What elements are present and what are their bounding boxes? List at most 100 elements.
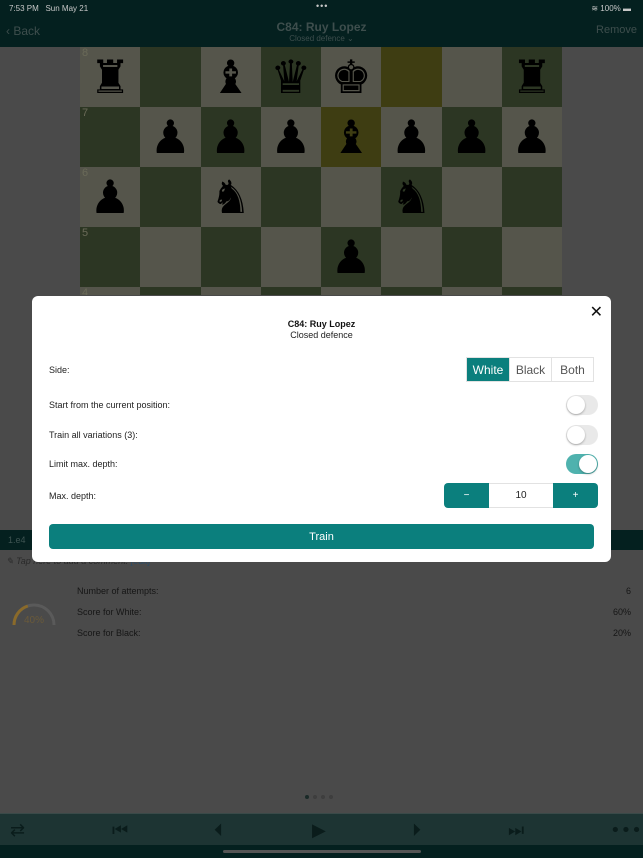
chess-piece[interactable]: ♜ [511, 54, 552, 100]
limit-depth-label: Limit max. depth: [49, 459, 118, 469]
square-f8[interactable] [381, 47, 442, 107]
train-all-toggle[interactable] [566, 425, 598, 445]
chess-piece[interactable]: ♟ [391, 114, 432, 160]
score-gauge: 40% [12, 603, 56, 626]
chess-piece[interactable]: ♛ [270, 54, 311, 100]
max-depth-stepper[interactable]: − 10 + [444, 483, 598, 508]
square-a4[interactable]: 4♟ [80, 287, 141, 295]
home-indicator [0, 845, 643, 858]
square-e6[interactable] [321, 167, 382, 227]
last-move-icon[interactable]: ⏭ [508, 820, 524, 841]
chess-piece[interactable]: ♟ [90, 174, 131, 220]
play-icon[interactable]: ▶ [312, 820, 326, 841]
max-depth-label: Max. depth: [49, 491, 97, 501]
square-d8[interactable]: ♛ [260, 47, 321, 107]
square-b5[interactable] [140, 227, 201, 287]
rank-label: 8 [82, 47, 89, 59]
square-a5[interactable]: 5 [80, 227, 141, 287]
chess-piece[interactable]: ♜ [90, 54, 131, 100]
chess-piece[interactable]: ♞ [210, 174, 251, 220]
side-both[interactable]: Both [551, 358, 593, 381]
side-white[interactable]: White [467, 358, 509, 381]
square-f4[interactable] [381, 287, 442, 295]
multitask-dots[interactable]: ••• [316, 1, 328, 11]
square-c7[interactable]: ♟ [200, 107, 261, 167]
status-time: 7:53 PM Sun May 21 [9, 4, 89, 13]
stat-row: Number of attempts: 6 [77, 586, 631, 596]
square-a7[interactable]: 7 [80, 107, 141, 167]
first-move-icon[interactable]: ⏮ [112, 820, 128, 841]
square-g7[interactable]: ♟ [441, 107, 502, 167]
max-depth-value[interactable]: 10 [489, 483, 553, 508]
chess-board[interactable]: 8♜♝♛♚♜7♟♟♟♝♟♟♟6♟♞♞5♟4♟♟ [80, 47, 562, 295]
page-title[interactable]: C84: Ruy Lopez [0, 20, 643, 34]
square-e5[interactable]: ♟ [321, 227, 382, 287]
square-h8[interactable]: ♜ [501, 47, 562, 107]
increment-button[interactable]: + [553, 483, 598, 508]
square-g6[interactable] [441, 167, 502, 227]
more-icon[interactable]: ••• [610, 820, 642, 841]
chess-piece[interactable]: ♚ [331, 54, 372, 100]
square-g5[interactable] [441, 227, 502, 287]
start-current-toggle[interactable] [566, 395, 598, 415]
stat-row: Score for White: 60% [77, 607, 631, 617]
chess-piece[interactable]: ♟ [150, 114, 191, 160]
square-f6[interactable]: ♞ [381, 167, 442, 227]
square-f5[interactable] [381, 227, 442, 287]
square-f7[interactable]: ♟ [381, 107, 442, 167]
next-move-icon[interactable]: ⏵ [412, 820, 421, 841]
square-d7[interactable]: ♟ [260, 107, 321, 167]
square-c5[interactable] [200, 227, 261, 287]
square-e7[interactable]: ♝ [321, 107, 382, 167]
rank-label: 7 [82, 107, 89, 119]
square-h7[interactable]: ♟ [501, 107, 562, 167]
square-c4[interactable] [200, 287, 261, 295]
side-black[interactable]: Black [509, 358, 551, 381]
chess-piece[interactable]: ♟ [210, 114, 251, 160]
chess-piece[interactable]: ♟ [451, 114, 492, 160]
side-segmented-control[interactable]: White Black Both [466, 357, 594, 382]
square-e4[interactable]: ♟ [321, 287, 382, 295]
decrement-button[interactable]: − [444, 483, 489, 508]
square-d6[interactable] [260, 167, 321, 227]
edit-icon: ✎ [6, 556, 14, 566]
square-c6[interactable]: ♞ [200, 167, 261, 227]
chess-piece[interactable]: ♟ [331, 294, 372, 295]
square-d4[interactable] [260, 287, 321, 295]
status-bar: 7:53 PM Sun May 21 ••• ≋ 100% ▬ [0, 0, 643, 16]
square-a8[interactable]: 8 ♜ [80, 47, 141, 107]
train-button[interactable]: Train [49, 524, 594, 549]
chess-piece[interactable]: ♟ [331, 234, 372, 280]
battery-indicator: ≋ 100% ▬ [591, 4, 631, 13]
square-a6[interactable]: 6 ♟ [80, 167, 141, 227]
square-d5[interactable] [260, 227, 321, 287]
square-e8[interactable]: ♚ [321, 47, 382, 107]
square-b7[interactable]: ♟ [140, 107, 201, 167]
square-g8[interactable] [441, 47, 502, 107]
chess-piece[interactable]: ♞ [391, 174, 432, 220]
square-h4[interactable] [501, 287, 562, 295]
square-g4[interactable] [441, 287, 502, 295]
gauge-value: 40% [24, 615, 44, 626]
chess-piece[interactable]: ♟ [511, 114, 552, 160]
chess-piece[interactable]: ♝ [331, 114, 372, 160]
square-c8[interactable]: ♝ [200, 47, 261, 107]
square-h6[interactable] [501, 167, 562, 227]
square-b4[interactable] [140, 287, 201, 295]
chess-piece[interactable]: ♟ [270, 114, 311, 160]
previous-move-icon[interactable]: ⏴ [214, 820, 223, 841]
chess-piece[interactable]: ♟ [90, 294, 131, 295]
square-b6[interactable] [140, 167, 201, 227]
variation-selector[interactable]: Closed defence ⌄ [0, 34, 643, 43]
square-b8[interactable] [140, 47, 201, 107]
dialog-subtitle: Closed defence [290, 330, 353, 340]
rank-label: 6 [82, 167, 89, 179]
page-indicator[interactable] [305, 795, 333, 799]
nav-bar: ‹ Back C84: Ruy Lopez Closed defence ⌄ R… [0, 16, 643, 47]
square-h5[interactable] [501, 227, 562, 287]
remove-button[interactable]: Remove [596, 24, 637, 36]
move[interactable]: 1.e4 [8, 535, 26, 545]
limit-depth-toggle[interactable] [566, 454, 598, 474]
flip-board-icon[interactable]: ⇄ [10, 820, 25, 841]
chess-piece[interactable]: ♝ [210, 54, 251, 100]
